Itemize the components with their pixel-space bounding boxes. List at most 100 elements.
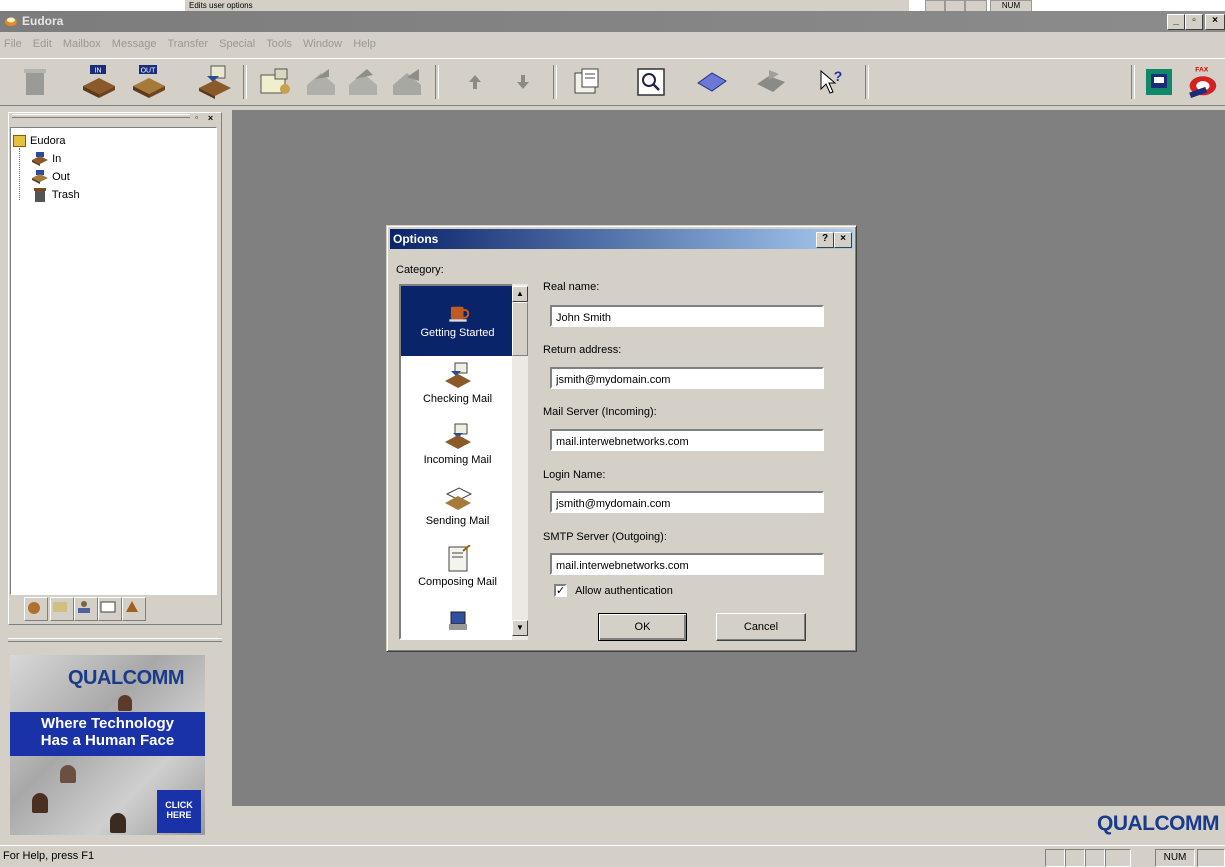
category-label: Category: bbox=[396, 264, 444, 276]
smtp-server-label: SMTP Server (Outgoing): bbox=[543, 531, 667, 543]
close-button[interactable]: × bbox=[1205, 14, 1225, 30]
toolbar: IN OUT ? FAX bbox=[0, 58, 1225, 106]
menu-file[interactable]: File bbox=[0, 38, 26, 50]
inbox-toolbar-button[interactable]: IN bbox=[80, 63, 118, 101]
previous-message-button[interactable] bbox=[460, 63, 490, 101]
tree-item-in[interactable]: In bbox=[31, 152, 61, 166]
address-book-icon bbox=[697, 72, 727, 92]
menu-edit[interactable]: Edit bbox=[29, 38, 56, 50]
trash-toolbar-button[interactable] bbox=[16, 63, 54, 101]
dialog-help-button[interactable]: ? bbox=[816, 232, 834, 248]
scroll-down-arrow-icon[interactable]: ▼ bbox=[512, 620, 528, 636]
attach-toolbar-button[interactable] bbox=[568, 63, 606, 101]
menu-special[interactable]: Special bbox=[215, 38, 259, 50]
menu-window[interactable]: Window bbox=[299, 38, 346, 50]
menu-tools[interactable]: Tools bbox=[262, 38, 296, 50]
stationery-tab[interactable] bbox=[98, 597, 122, 621]
category-sending-mail[interactable]: Sending Mail bbox=[401, 484, 514, 527]
sending-mail-icon bbox=[444, 487, 472, 510]
outbox-icon: OUT bbox=[133, 65, 165, 98]
scroll-up-arrow-icon[interactable]: ▲ bbox=[512, 286, 528, 302]
ad-pane-grip[interactable] bbox=[8, 638, 222, 642]
inbox-icon bbox=[32, 152, 48, 166]
menu-help[interactable]: Help bbox=[349, 38, 380, 50]
category-next-item[interactable] bbox=[401, 608, 514, 638]
find-toolbar-button[interactable] bbox=[632, 63, 670, 101]
mail-server-field[interactable] bbox=[550, 429, 824, 451]
new-message-toolbar-button[interactable] bbox=[256, 63, 294, 101]
address-book-toolbar-button[interactable] bbox=[693, 63, 731, 101]
mailboxes-tab[interactable] bbox=[24, 597, 48, 621]
maximize-button[interactable]: ▫ bbox=[1185, 14, 1203, 30]
tree-root[interactable]: Eudora bbox=[13, 135, 66, 148]
status-cell bbox=[1105, 849, 1131, 867]
computer-icon bbox=[448, 611, 467, 630]
menu-mailbox[interactable]: Mailbox bbox=[59, 38, 105, 50]
reply-toolbar-button[interactable] bbox=[302, 63, 340, 101]
directory-tab[interactable] bbox=[74, 597, 98, 621]
ad-cta-line-1: CLICK bbox=[165, 800, 193, 810]
scroll-thumb[interactable] bbox=[512, 302, 528, 356]
category-composing-mail[interactable]: Composing Mail bbox=[401, 545, 514, 588]
ad-person-image bbox=[32, 793, 48, 813]
login-name-field[interactable] bbox=[550, 491, 824, 513]
category-label-text: Incoming Mail bbox=[423, 454, 492, 466]
fax-icon: FAX bbox=[1189, 67, 1217, 99]
tree-item-label: In bbox=[52, 152, 62, 165]
filters-tab[interactable] bbox=[50, 597, 74, 621]
pane-restore-icon[interactable]: ▫ bbox=[190, 113, 203, 124]
next-message-button[interactable] bbox=[508, 63, 538, 101]
ad-click-here-button[interactable]: CLICK HERE bbox=[157, 790, 201, 833]
category-checking-mail[interactable]: Checking Mail bbox=[401, 362, 514, 405]
category-getting-started[interactable]: Getting Started bbox=[401, 286, 514, 356]
status-cell bbox=[1065, 849, 1085, 867]
category-incoming-mail[interactable]: Incoming Mail bbox=[401, 423, 514, 466]
category-label-text: Composing Mail bbox=[418, 576, 497, 588]
forward-toolbar-button[interactable] bbox=[388, 63, 426, 101]
tree-item-trash[interactable]: Trash bbox=[31, 188, 80, 202]
magnifier-icon bbox=[637, 68, 665, 96]
tree-connector bbox=[19, 148, 20, 200]
ok-button[interactable]: OK bbox=[598, 613, 687, 641]
login-name-label: Login Name: bbox=[543, 469, 606, 481]
print-toolbar-button[interactable] bbox=[752, 63, 790, 101]
svg-text:FAX: FAX bbox=[1195, 67, 1208, 74]
smtp-server-field[interactable] bbox=[550, 553, 824, 575]
category-list[interactable]: Getting Started Checking Mail Incoming M… bbox=[399, 284, 528, 640]
minimize-button[interactable]: _ bbox=[1167, 14, 1185, 30]
check-mail-toolbar-button[interactable] bbox=[196, 63, 234, 101]
arrow-up-icon bbox=[469, 75, 481, 89]
pane-grip[interactable] bbox=[12, 114, 190, 118]
incoming-mail-icon bbox=[444, 423, 471, 449]
category-scrollbar[interactable]: ▲ ▼ bbox=[512, 284, 528, 640]
ad-cta-line-2: HERE bbox=[166, 810, 192, 820]
allow-authentication-checkbox[interactable]: ✓ bbox=[554, 584, 567, 597]
real-name-field[interactable] bbox=[550, 305, 824, 327]
help-toolbar-button[interactable]: ? bbox=[812, 63, 850, 101]
tree-root-label: Eudora bbox=[30, 135, 66, 147]
dialog-close-button[interactable]: × bbox=[834, 232, 852, 248]
monitor-icon bbox=[1146, 69, 1172, 95]
fax-toolbar-button[interactable]: FAX bbox=[1182, 63, 1220, 101]
menu-transfer[interactable]: Transfer bbox=[164, 38, 213, 50]
category-label-text: Sending Mail bbox=[425, 515, 490, 527]
menu-message[interactable]: Message bbox=[108, 38, 161, 50]
outbox-toolbar-button[interactable]: OUT bbox=[130, 63, 168, 101]
signatures-tab[interactable] bbox=[122, 597, 146, 621]
coffee-cup-icon bbox=[448, 306, 469, 322]
svg-text:IN: IN bbox=[95, 68, 102, 75]
allow-authentication-row[interactable]: ✓ Allow authentication bbox=[554, 584, 673, 597]
tree-item-out[interactable]: Out bbox=[31, 170, 70, 184]
cancel-button[interactable]: Cancel bbox=[716, 613, 806, 641]
new-message-icon bbox=[260, 68, 290, 94]
folder-icon bbox=[13, 135, 26, 148]
reply-icon bbox=[307, 69, 335, 95]
launch-toolbar-button[interactable] bbox=[1140, 63, 1178, 101]
window-title: Eudora bbox=[22, 14, 64, 28]
mailbox-tab-icon bbox=[28, 602, 40, 614]
qualcomm-ad-banner[interactable]: QUALCOMM Where Technology Has a Human Fa… bbox=[10, 655, 205, 835]
ad-person-image bbox=[110, 813, 126, 833]
return-address-field[interactable] bbox=[550, 367, 824, 389]
reply-all-toolbar-button[interactable] bbox=[344, 63, 382, 101]
pane-close-icon[interactable]: × bbox=[204, 113, 217, 124]
